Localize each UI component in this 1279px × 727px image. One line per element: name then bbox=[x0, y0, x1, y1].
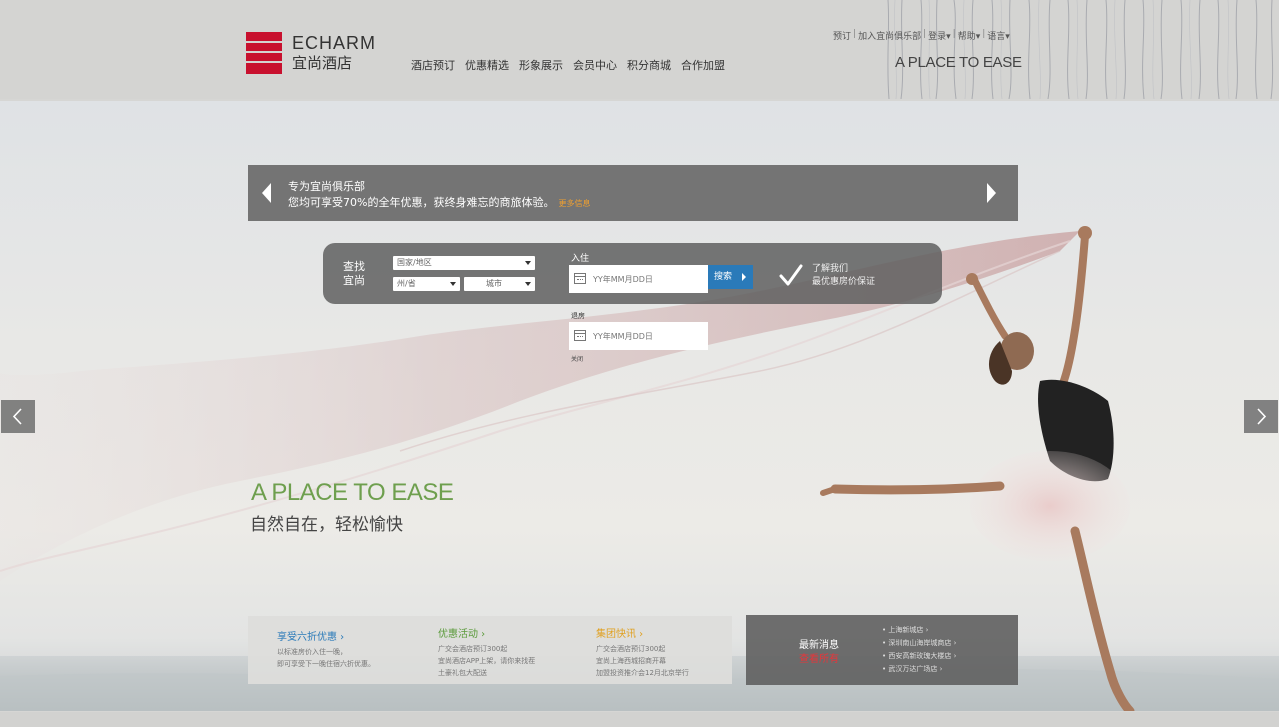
activities-title-link[interactable]: 优惠活动 › bbox=[438, 625, 535, 640]
calendar-icon[interactable] bbox=[574, 330, 586, 341]
city-select-value: 城市 bbox=[486, 279, 502, 288]
checkmark-icon bbox=[779, 264, 803, 286]
group-news-item[interactable]: 广交会酒店预订300起 bbox=[596, 643, 689, 655]
nav-gallery[interactable]: 形象展示 bbox=[519, 57, 563, 73]
brand-name-cn: 宜尚酒店 bbox=[292, 53, 353, 72]
best-price-guarantee-link[interactable]: 了解我们 最优惠房价保证 bbox=[812, 263, 875, 289]
brand-logo[interactable]: ECHARM 宜尚酒店 bbox=[246, 32, 376, 74]
hero-tagline-en: A PLACE TO EASE bbox=[251, 479, 454, 506]
country-select[interactable]: 国家/地区 bbox=[393, 256, 535, 270]
offer-text: 以标准房价入住一晚， 即可享受下一晚住宿六折优惠。 bbox=[277, 648, 375, 668]
logo-icon bbox=[246, 32, 282, 74]
nav-offers[interactable]: 优惠精选 bbox=[465, 57, 509, 73]
close-datepicker-link[interactable]: 关闭 bbox=[571, 354, 583, 363]
hero-banner: 专为宜尚俱乐部 您均可享受70%的全年优惠，获终身难忘的商旅体验。 更多信息 查找… bbox=[0, 101, 1279, 711]
hotel-search-panel: 查找宜尚 国家/地区 州/省 城市 入住 YY年MM月DD日 搜索 了解我们 最… bbox=[323, 243, 942, 304]
activity-item[interactable]: 广交会酒店预订300起 bbox=[438, 643, 535, 655]
nav-member-center[interactable]: 会员中心 bbox=[573, 57, 617, 73]
checkin-label: 入住 bbox=[571, 254, 590, 264]
group-news-column: 集团快讯 › 广交会酒店预订300起 宜尚上海西城招商开幕 加盟投资推介会12月… bbox=[596, 625, 689, 679]
checkout-date-field[interactable]: YY年MM月DD日 bbox=[569, 322, 708, 350]
promo-next-arrow-icon[interactable] bbox=[987, 183, 996, 203]
nav-points-mall[interactable]: 积分商城 bbox=[627, 57, 671, 73]
news-item[interactable]: 武汉万达广场店 › bbox=[882, 663, 956, 676]
offer-title-link[interactable]: 享受六折优惠 › bbox=[277, 628, 375, 643]
state-select[interactable]: 州/省 bbox=[393, 277, 460, 291]
news-item[interactable]: 上海新城店 › bbox=[882, 624, 956, 637]
checkout-label: 退房 bbox=[571, 312, 585, 320]
site-header: ECHARM 宜尚酒店 酒店预订 优惠精选 形象展示 会员中心 积分商城 合作加… bbox=[0, 0, 1279, 99]
decorative-lines bbox=[887, 0, 1274, 99]
calendar-icon[interactable] bbox=[574, 273, 586, 284]
nav-hotel-booking[interactable]: 酒店预订 bbox=[411, 57, 455, 73]
news-item[interactable]: 西安高新玫瑰大楼店 › bbox=[882, 650, 956, 663]
nav-franchise[interactable]: 合作加盟 bbox=[681, 57, 725, 73]
news-list: 上海新城店 › 深圳南山海岸城商店 › 西安高新玫瑰大楼店 › 武汉万达广场店 … bbox=[882, 624, 956, 676]
info-panel: 享受六折优惠 › 以标准房价入住一晚， 即可享受下一晚住宿六折优惠。 优惠活动 … bbox=[248, 616, 732, 684]
club-promo-banner: 专为宜尚俱乐部 您均可享受70%的全年优惠，获终身难忘的商旅体验。 更多信息 bbox=[248, 165, 1018, 221]
latest-news-panel: 最新消息 查看所有 上海新城店 › 深圳南山海岸城商店 › 西安高新玫瑰大楼店 … bbox=[746, 615, 1018, 685]
brand-name-en: ECHARM bbox=[292, 32, 377, 53]
checkin-date-field[interactable]: YY年MM月DD日 bbox=[569, 265, 708, 293]
util-join-club-link[interactable]: 加入宜尚俱乐部 bbox=[856, 29, 923, 42]
search-button-label: 搜索 bbox=[714, 272, 733, 282]
chevron-right-icon bbox=[1257, 408, 1267, 425]
group-news-list: 广交会酒店预订300起 宜尚上海西城招商开幕 加盟投资推介会12月北京举行 bbox=[596, 643, 689, 679]
group-news-item[interactable]: 加盟投资推介会12月北京举行 bbox=[596, 667, 689, 679]
chevron-down-icon bbox=[450, 282, 456, 286]
guarantee-line2: 最优惠房价保证 bbox=[812, 277, 876, 287]
latest-news-title: 最新消息 bbox=[799, 640, 839, 651]
util-book-link[interactable]: 预订 bbox=[831, 29, 853, 42]
search-title: 查找宜尚 bbox=[343, 260, 365, 287]
promo-title: 专为宜尚俱乐部 bbox=[288, 180, 365, 193]
util-help-menu[interactable]: 帮助▾ bbox=[956, 29, 983, 42]
promo-text: 您均可享受70%的全年优惠，获终身难忘的商旅体验。 更多信息 bbox=[288, 196, 591, 209]
header-tagline: A PLACE TO EASE bbox=[895, 54, 1022, 71]
footer-strip bbox=[0, 712, 1279, 727]
hero-next-button[interactable] bbox=[1244, 400, 1278, 433]
view-all-news-link[interactable]: 查看所有 bbox=[799, 650, 839, 665]
activity-item[interactable]: 宜尚酒店APP上架，请你来找茬 bbox=[438, 655, 535, 667]
chevron-left-icon bbox=[12, 408, 22, 425]
activity-item[interactable]: 土豪礼包大配送 bbox=[438, 667, 535, 679]
group-news-item[interactable]: 宜尚上海西城招商开幕 bbox=[596, 655, 689, 667]
main-nav: 酒店预订 优惠精选 形象展示 会员中心 积分商城 合作加盟 bbox=[411, 57, 725, 73]
offer-column: 享受六折优惠 › 以标准房价入住一晚， 即可享受下一晚住宿六折优惠。 bbox=[277, 628, 375, 670]
city-select[interactable]: 城市 bbox=[464, 277, 535, 291]
checkout-date-placeholder: YY年MM月DD日 bbox=[593, 332, 653, 341]
activities-column: 优惠活动 › 广交会酒店预订300起 宜尚酒店APP上架，请你来找茬 土豪礼包大… bbox=[438, 625, 535, 679]
search-button[interactable]: 搜索 bbox=[708, 265, 753, 289]
group-news-title-link[interactable]: 集团快讯 › bbox=[596, 625, 689, 640]
guarantee-line1: 了解我们 bbox=[812, 264, 849, 274]
activities-list: 广交会酒店预订300起 宜尚酒店APP上架，请你来找茬 土豪礼包大配送 bbox=[438, 643, 535, 679]
hero-tagline-cn: 自然自在，轻松愉快 bbox=[250, 515, 403, 535]
promo-prev-arrow-icon[interactable] bbox=[262, 183, 271, 203]
news-item[interactable]: 深圳南山海岸城商店 › bbox=[882, 637, 956, 650]
state-select-value: 州/省 bbox=[397, 279, 416, 288]
chevron-down-icon bbox=[525, 261, 531, 265]
chevron-down-icon bbox=[525, 282, 531, 286]
util-login-menu[interactable]: 登录▾ bbox=[926, 29, 953, 42]
country-select-value: 国家/地区 bbox=[397, 258, 432, 267]
hero-prev-button[interactable] bbox=[1, 400, 35, 433]
utility-nav: 预订 | 加入宜尚俱乐部 | 登录▾ | 帮助▾ | 语言▾ bbox=[831, 29, 1012, 42]
util-language-menu[interactable]: 语言▾ bbox=[985, 29, 1012, 42]
checkin-date-placeholder: YY年MM月DD日 bbox=[593, 275, 653, 284]
promo-more-link[interactable]: 更多信息 bbox=[558, 199, 590, 208]
play-arrow-icon bbox=[742, 273, 746, 281]
